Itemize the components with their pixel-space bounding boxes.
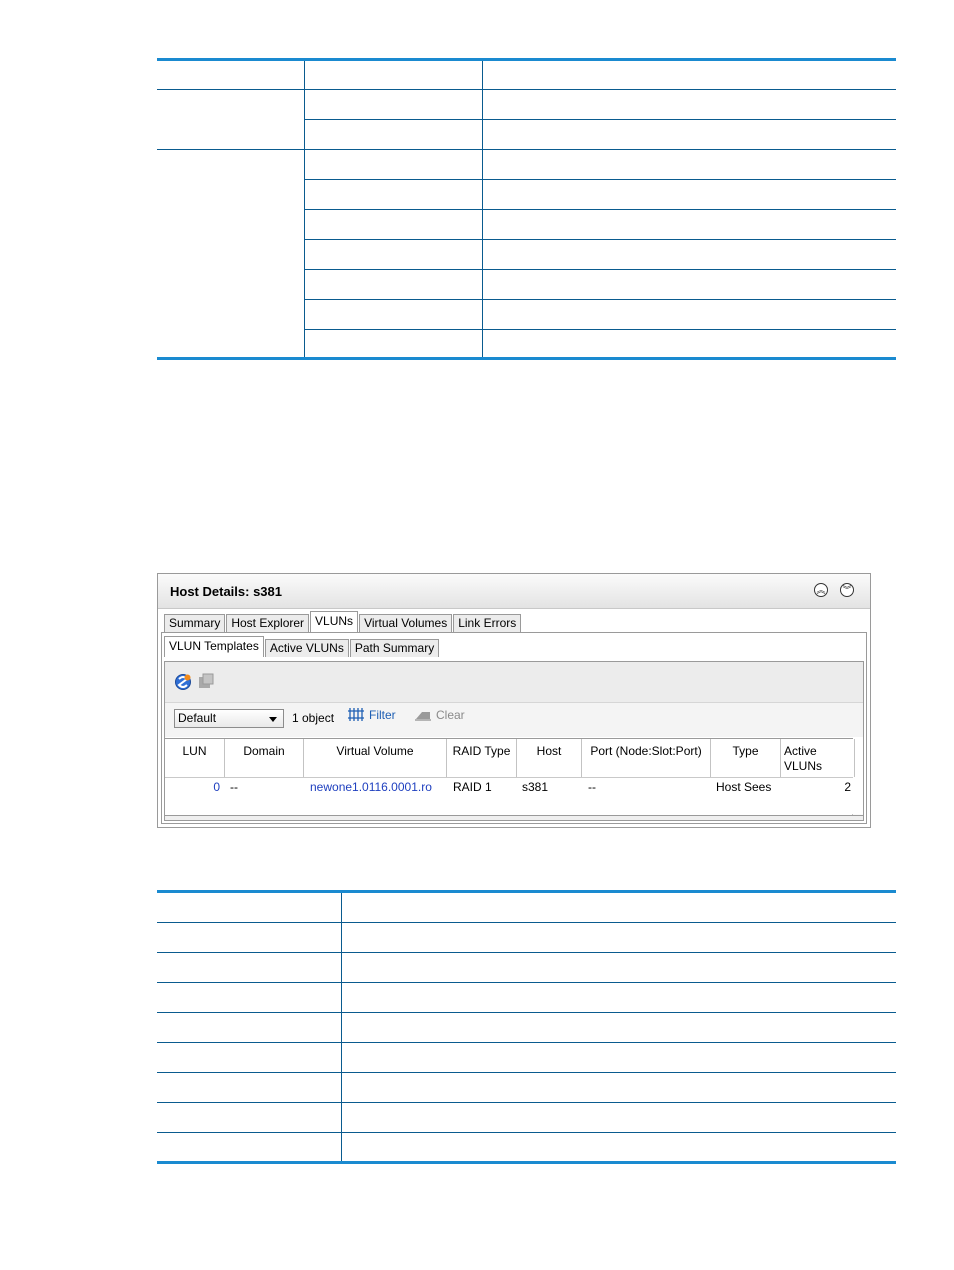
table-row-divider	[157, 982, 896, 983]
table-row-divider	[304, 329, 896, 330]
column-header-host[interactable]: Host	[517, 739, 582, 777]
filter-toolbar: Default 1 object Filter Clear	[165, 703, 863, 737]
action-toolbar	[165, 662, 863, 703]
table-header-divider	[157, 922, 896, 923]
cell-raid-type: RAID 1	[453, 780, 492, 794]
tab-virtual-volumes[interactable]: Virtual Volumes	[359, 614, 453, 632]
create-vlun-icon[interactable]	[174, 673, 192, 691]
horizontal-scrollbar[interactable]	[165, 815, 863, 820]
filter-icon	[348, 708, 364, 721]
column-header-virtual-volume[interactable]: Virtual Volume	[304, 739, 447, 777]
table-row-divider	[157, 1072, 896, 1073]
table-bottom-rule	[157, 357, 896, 360]
table-row-divider	[157, 952, 896, 953]
table-row-divider	[304, 179, 896, 180]
clear-button[interactable]: Clear	[414, 708, 465, 722]
host-details-panel: Host Details: s381 ︽ ︾ Summary Host Expl…	[157, 573, 871, 828]
sub-tabs: VLUN Templates Active VLUNs Path Summary	[164, 636, 440, 658]
cell-port: --	[588, 780, 596, 794]
cell-virtual-volume[interactable]: newone1.0116.0001.ro	[310, 780, 432, 794]
column-header-port[interactable]: Port (Node:Slot:Port)	[582, 739, 711, 777]
cell-host: s381	[522, 780, 549, 794]
tab-path-summary[interactable]: Path Summary	[349, 639, 440, 657]
cell-active-vluns: 2	[844, 780, 851, 794]
table-row-divider	[304, 119, 896, 120]
table-row-divider	[157, 1102, 896, 1103]
object-count: 1 object	[292, 711, 335, 725]
vluns-tab-content: VLUN Templates Active VLUNs Path Summary…	[161, 632, 867, 824]
cell-type: Host Sees	[716, 780, 772, 794]
table-column-divider	[482, 61, 483, 357]
table-row-divider	[304, 269, 896, 270]
table-header-divider	[157, 89, 896, 90]
filter-select[interactable]: Default	[174, 709, 284, 728]
filter-button[interactable]: Filter	[347, 708, 396, 722]
bottom-reference-table	[157, 890, 896, 1164]
cell-domain: --	[230, 780, 238, 794]
vlun-grid: LUN Domain Virtual Volume RAID Type Host…	[165, 738, 863, 820]
table-row-divider	[157, 1132, 896, 1133]
tab-vlun-templates[interactable]: VLUN Templates	[164, 636, 264, 657]
panel-title: Host Details: s381	[170, 584, 282, 599]
main-tabs: Summary Host Explorer VLUNs Virtual Volu…	[164, 611, 522, 632]
tab-active-vluns[interactable]: Active VLUNs	[264, 639, 349, 657]
table-column-divider	[341, 893, 342, 1161]
table-top-rule	[157, 890, 896, 893]
dropdown-arrow-icon	[269, 717, 277, 722]
double-chevron-down-icon[interactable]: ︾	[840, 583, 854, 597]
table-row-divider	[157, 149, 896, 150]
double-chevron-up-icon[interactable]: ︽	[814, 583, 828, 597]
table-top-rule	[157, 58, 896, 61]
filter-select-value: Default	[178, 711, 217, 725]
column-header-active-vluns[interactable]: Active VLUNs	[781, 739, 855, 777]
table-row-divider	[157, 1042, 896, 1043]
table-row-divider	[304, 299, 896, 300]
cell-lun[interactable]: 0	[165, 780, 220, 794]
top-reference-table	[157, 58, 896, 360]
column-header-lun[interactable]: LUN	[165, 739, 225, 777]
tab-summary[interactable]: Summary	[164, 614, 226, 632]
column-header-domain[interactable]: Domain	[225, 739, 304, 777]
tab-link-errors[interactable]: Link Errors	[453, 614, 522, 632]
column-header-raid-type[interactable]: RAID Type	[447, 739, 517, 777]
panel-header: Host Details: s381 ︽ ︾	[158, 574, 870, 609]
table-column-divider	[304, 61, 305, 357]
column-header-type[interactable]: Type	[711, 739, 781, 777]
filter-label: Filter	[369, 708, 396, 722]
tab-host-explorer[interactable]: Host Explorer	[226, 614, 310, 632]
eraser-icon	[415, 711, 431, 721]
table-row-divider	[157, 1012, 896, 1013]
table-row-divider	[304, 209, 896, 210]
vlun-templates-panel: Default 1 object Filter Clear LUN Domain…	[164, 661, 864, 821]
clear-label: Clear	[436, 708, 465, 722]
remove-vlun-icon[interactable]	[197, 673, 215, 691]
grid-header: LUN Domain Virtual Volume RAID Type Host…	[165, 738, 855, 778]
table-bottom-rule	[157, 1161, 896, 1164]
tab-vluns[interactable]: VLUNs	[310, 611, 359, 632]
table-row-divider	[304, 239, 896, 240]
table-row[interactable]: 0 -- newone1.0116.0001.ro RAID 1 s381 --…	[165, 778, 853, 796]
